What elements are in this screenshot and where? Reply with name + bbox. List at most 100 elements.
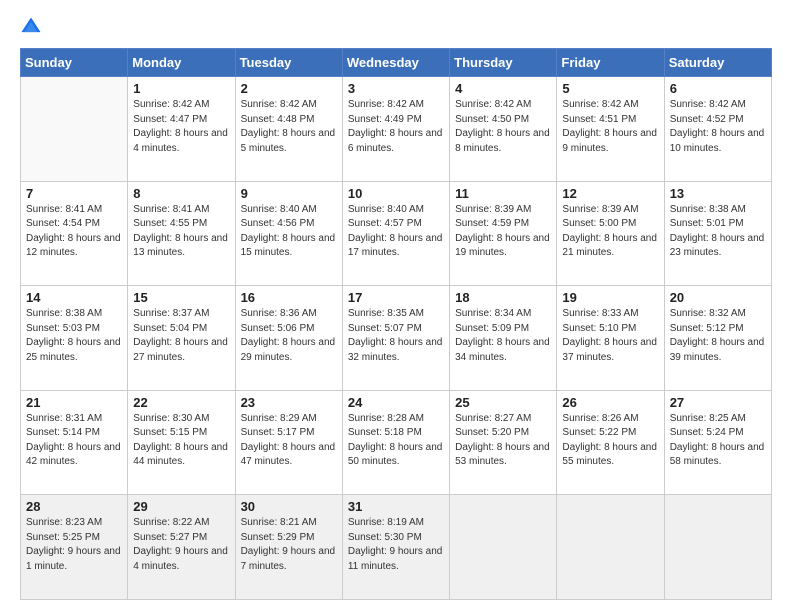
day-number: 18 (455, 290, 551, 305)
day-number: 8 (133, 186, 229, 201)
day-number: 12 (562, 186, 658, 201)
day-number: 5 (562, 81, 658, 96)
calendar-cell: 1 Sunrise: 8:42 AMSunset: 4:47 PMDaylight… (128, 77, 235, 182)
day-info: Sunrise: 8:34 AMSunset: 5:09 PMDaylight:… (455, 307, 551, 365)
calendar-cell: 7 Sunrise: 8:41 AMSunset: 4:54 PMDaylight… (21, 181, 128, 286)
header (20, 16, 772, 38)
calendar-header-saturday: Saturday (664, 49, 771, 77)
day-number: 21 (26, 395, 122, 410)
day-info: Sunrise: 8:40 AMSunset: 4:57 PMDaylight:… (348, 203, 444, 261)
day-info: Sunrise: 8:28 AMSunset: 5:18 PMDaylight:… (348, 412, 444, 470)
calendar-cell (450, 495, 557, 600)
day-info: Sunrise: 8:42 AMSunset: 4:51 PMDaylight:… (562, 98, 658, 156)
day-number: 11 (455, 186, 551, 201)
calendar-cell: 11Sunrise: 8:39 AMSunset: 4:59 PMDayligh… (450, 181, 557, 286)
day-number: 15 (133, 290, 229, 305)
day-number: 27 (670, 395, 766, 410)
day-info: Sunrise: 8:21 AMSunset: 5:29 PMDaylight:… (241, 516, 337, 574)
calendar-cell: 2 Sunrise: 8:42 AMSunset: 4:48 PMDaylight… (235, 77, 342, 182)
calendar-cell: 15 Sunrise: 8:37 AMSunset: 5:04 PMDayligh… (128, 286, 235, 391)
calendar-cell: 17 Sunrise: 8:35 AMSunset: 5:07 PMDayligh… (342, 286, 449, 391)
day-number: 24 (348, 395, 444, 410)
calendar-cell: 18 Sunrise: 8:34 AMSunset: 5:09 PMDayligh… (450, 286, 557, 391)
day-number: 16 (241, 290, 337, 305)
day-info: Sunrise: 8:19 AMSunset: 5:30 PMDaylight:… (348, 516, 444, 574)
day-number: 4 (455, 81, 551, 96)
day-number: 31 (348, 499, 444, 514)
day-info: Sunrise: 8:25 AMSunset: 5:24 PMDaylight:… (670, 412, 766, 470)
calendar-header-thursday: Thursday (450, 49, 557, 77)
day-number: 29 (133, 499, 229, 514)
calendar-header-monday: Monday (128, 49, 235, 77)
calendar-cell: 5 Sunrise: 8:42 AMSunset: 4:51 PMDaylight… (557, 77, 664, 182)
day-info: Sunrise: 8:41 AMSunset: 4:54 PMDaylight:… (26, 203, 122, 261)
day-info: Sunrise: 8:37 AMSunset: 5:04 PMDaylight:… (133, 307, 229, 365)
day-number: 2 (241, 81, 337, 96)
calendar-cell: 30 Sunrise: 8:21 AMSunset: 5:29 PMDayligh… (235, 495, 342, 600)
day-info: Sunrise: 8:23 AMSunset: 5:25 PMDaylight:… (26, 516, 122, 574)
day-info: Sunrise: 8:32 AMSunset: 5:12 PMDaylight:… (670, 307, 766, 365)
day-info: Sunrise: 8:41 AMSunset: 4:55 PMDaylight:… (133, 203, 229, 261)
calendar-cell: 9 Sunrise: 8:40 AMSunset: 4:56 PMDaylight… (235, 181, 342, 286)
calendar-week-4: 21 Sunrise: 8:31 AMSunset: 5:14 PMDayligh… (21, 390, 772, 495)
calendar-cell: 8 Sunrise: 8:41 AMSunset: 4:55 PMDaylight… (128, 181, 235, 286)
calendar-cell: 4 Sunrise: 8:42 AMSunset: 4:50 PMDaylight… (450, 77, 557, 182)
day-info: Sunrise: 8:30 AMSunset: 5:15 PMDaylight:… (133, 412, 229, 470)
logo (20, 16, 46, 38)
day-number: 28 (26, 499, 122, 514)
day-info: Sunrise: 8:29 AMSunset: 5:17 PMDaylight:… (241, 412, 337, 470)
day-info: Sunrise: 8:27 AMSunset: 5:20 PMDaylight:… (455, 412, 551, 470)
calendar-cell: 20 Sunrise: 8:32 AMSunset: 5:12 PMDayligh… (664, 286, 771, 391)
day-info: Sunrise: 8:22 AMSunset: 5:27 PMDaylight:… (133, 516, 229, 574)
calendar-header-row: SundayMondayTuesdayWednesdayThursdayFrid… (21, 49, 772, 77)
calendar-cell: 29 Sunrise: 8:22 AMSunset: 5:27 PMDayligh… (128, 495, 235, 600)
calendar-cell: 12 Sunrise: 8:39 AMSunset: 5:00 PMDayligh… (557, 181, 664, 286)
calendar-cell: 13Sunrise: 8:38 AMSunset: 5:01 PMDayligh… (664, 181, 771, 286)
calendar-cell: 19Sunrise: 8:33 AMSunset: 5:10 PMDayligh… (557, 286, 664, 391)
logo-icon (20, 16, 42, 38)
calendar-cell: 22 Sunrise: 8:30 AMSunset: 5:15 PMDayligh… (128, 390, 235, 495)
day-info: Sunrise: 8:33 AMSunset: 5:10 PMDaylight:… (562, 307, 658, 365)
calendar-week-5: 28 Sunrise: 8:23 AMSunset: 5:25 PMDayligh… (21, 495, 772, 600)
calendar-cell: 28 Sunrise: 8:23 AMSunset: 5:25 PMDayligh… (21, 495, 128, 600)
day-info: Sunrise: 8:39 AMSunset: 5:00 PMDaylight:… (562, 203, 658, 261)
day-number: 20 (670, 290, 766, 305)
calendar-header-wednesday: Wednesday (342, 49, 449, 77)
day-info: Sunrise: 8:40 AMSunset: 4:56 PMDaylight:… (241, 203, 337, 261)
day-number: 7 (26, 186, 122, 201)
day-number: 30 (241, 499, 337, 514)
day-info: Sunrise: 8:38 AMSunset: 5:01 PMDaylight:… (670, 203, 766, 261)
day-number: 22 (133, 395, 229, 410)
day-info: Sunrise: 8:42 AMSunset: 4:52 PMDaylight:… (670, 98, 766, 156)
day-info: Sunrise: 8:38 AMSunset: 5:03 PMDaylight:… (26, 307, 122, 365)
day-number: 3 (348, 81, 444, 96)
day-number: 14 (26, 290, 122, 305)
calendar-cell (21, 77, 128, 182)
day-info: Sunrise: 8:42 AMSunset: 4:50 PMDaylight:… (455, 98, 551, 156)
day-info: Sunrise: 8:36 AMSunset: 5:06 PMDaylight:… (241, 307, 337, 365)
day-number: 23 (241, 395, 337, 410)
day-number: 6 (670, 81, 766, 96)
calendar-cell: 3Sunrise: 8:42 AMSunset: 4:49 PMDaylight… (342, 77, 449, 182)
day-number: 17 (348, 290, 444, 305)
calendar-cell: 6 Sunrise: 8:42 AMSunset: 4:52 PMDaylight… (664, 77, 771, 182)
day-info: Sunrise: 8:42 AMSunset: 4:47 PMDaylight:… (133, 98, 229, 156)
calendar-cell: 24 Sunrise: 8:28 AMSunset: 5:18 PMDayligh… (342, 390, 449, 495)
calendar-header-sunday: Sunday (21, 49, 128, 77)
day-info: Sunrise: 8:35 AMSunset: 5:07 PMDaylight:… (348, 307, 444, 365)
day-info: Sunrise: 8:42 AMSunset: 4:48 PMDaylight:… (241, 98, 337, 156)
day-info: Sunrise: 8:31 AMSunset: 5:14 PMDaylight:… (26, 412, 122, 470)
day-number: 1 (133, 81, 229, 96)
day-number: 9 (241, 186, 337, 201)
calendar-week-2: 7 Sunrise: 8:41 AMSunset: 4:54 PMDaylight… (21, 181, 772, 286)
page: SundayMondayTuesdayWednesdayThursdayFrid… (0, 0, 792, 612)
day-number: 25 (455, 395, 551, 410)
calendar-table: SundayMondayTuesdayWednesdayThursdayFrid… (20, 48, 772, 600)
calendar-cell: 23 Sunrise: 8:29 AMSunset: 5:17 PMDayligh… (235, 390, 342, 495)
day-info: Sunrise: 8:26 AMSunset: 5:22 PMDaylight:… (562, 412, 658, 470)
calendar-cell: 27 Sunrise: 8:25 AMSunset: 5:24 PMDayligh… (664, 390, 771, 495)
calendar-cell: 31 Sunrise: 8:19 AMSunset: 5:30 PMDayligh… (342, 495, 449, 600)
calendar-cell: 25 Sunrise: 8:27 AMSunset: 5:20 PMDayligh… (450, 390, 557, 495)
calendar-cell: 14 Sunrise: 8:38 AMSunset: 5:03 PMDayligh… (21, 286, 128, 391)
calendar-header-friday: Friday (557, 49, 664, 77)
